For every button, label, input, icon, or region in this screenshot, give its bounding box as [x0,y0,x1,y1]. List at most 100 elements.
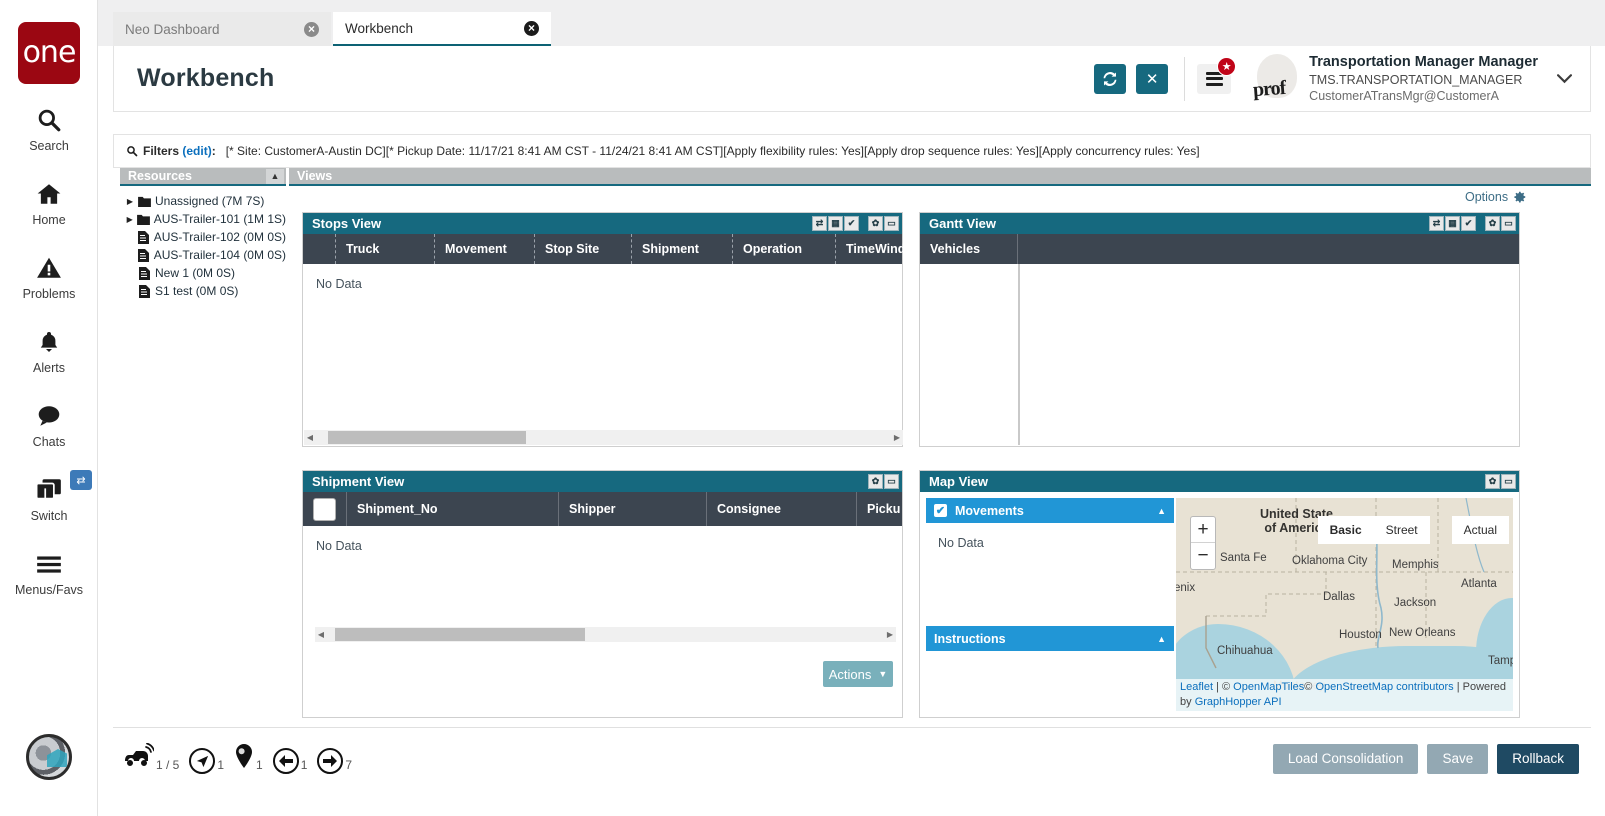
filters-edit-link[interactable]: (edit) [182,144,211,158]
gear-icon[interactable]: ✿ [1485,216,1500,231]
openmaptiles-link[interactable]: OpenMapTiles [1233,681,1304,693]
openstreetmap-link[interactable]: OpenStreetMap contributors [1315,681,1453,693]
shipment-col-shipper[interactable]: Shipper [558,492,706,526]
scroll-thumb[interactable] [335,628,585,641]
stat-deliveries[interactable]: 7 [317,748,352,774]
shipment-col-shipment-no[interactable]: Shipment_No [346,492,558,526]
accordion-movements[interactable]: ✔ Movements ▲ [926,498,1174,523]
sidebar-item-menus-favs[interactable]: Menus/Favs [0,546,98,597]
resources-tree: ▶ Unassigned (7M 7S) ▶ AUS-Trailer-101 (… [120,188,286,718]
gear-icon[interactable]: ✿ [868,216,883,231]
stops-col-movement[interactable]: Movement [434,234,534,264]
sidebar-item-search[interactable]: Search [0,102,98,153]
tree-item[interactable]: AUS-Trailer-104 (0M 0S) [120,246,286,264]
gear-icon[interactable]: ✿ [868,474,883,489]
table-icon[interactable]: ▦ [1445,216,1460,231]
stat-pickups-count: 1 [300,758,308,772]
gear-icon[interactable]: ✿ [1485,474,1500,489]
gantt-splitter[interactable] [1018,264,1020,445]
scroll-left-icon[interactable]: ◀ [315,630,327,639]
tree-item[interactable]: ▶ Unassigned (7M 7S) [120,192,286,210]
stops-col-stop-site[interactable]: Stop Site [534,234,631,264]
stat-trucks[interactable]: 1 / 5 [124,742,179,774]
bell-icon [0,324,98,360]
accordion-instructions[interactable]: Instructions ▲ [926,626,1174,651]
scroll-track[interactable] [327,627,884,642]
app-logo[interactable]: one [18,22,80,84]
check-icon[interactable]: ✔ [1461,216,1476,231]
leaflet-link[interactable]: Leaflet [1180,681,1213,693]
avatar-placeholder-text: prof [1252,76,1287,101]
actions-button[interactable]: Actions ▼ [823,661,893,687]
tab-label-workbench: Workbench [345,20,414,36]
load-consolidation-button[interactable]: Load Consolidation [1272,743,1419,774]
rollback-button[interactable]: Rollback [1497,743,1579,774]
minimize-icon[interactable]: ▭ [1501,216,1516,231]
stops-view-hscroll[interactable]: ◀ ▶ [304,430,903,445]
shipment-view-panel: Shipment View ✿ ▭ Shipment_No Shipper Co… [302,470,903,718]
close-icon[interactable]: × [304,21,319,37]
map-layer-basic[interactable]: Basic [1317,516,1374,544]
minimize-icon[interactable]: ▭ [884,474,899,489]
expand-arrow-icon[interactable]: ▶ [124,197,136,206]
stat-pickups[interactable]: 1 [272,748,308,774]
select-all-checkbox[interactable] [313,497,336,521]
save-button[interactable]: Save [1427,743,1489,774]
scroll-right-icon[interactable]: ▶ [884,630,896,639]
tree-item[interactable]: AUS-Trailer-102 (0M 0S) [120,228,286,246]
stops-col-operation[interactable]: Operation [732,234,835,264]
sidebar-item-alerts[interactable]: Alerts [0,324,98,375]
tab-neo-dashboard[interactable]: Neo Dashboard × [113,12,331,46]
swap-icon[interactable]: ⇄ [1429,216,1444,231]
user-avatar-bottom[interactable] [26,734,72,780]
tree-item[interactable]: S1 test (0M 0S) [120,282,286,300]
gantt-col-vehicles[interactable]: Vehicles [920,234,1017,264]
stops-col-shipment[interactable]: Shipment [631,234,732,264]
chevron-up-icon[interactable]: ▲ [1157,506,1166,516]
swap-icon[interactable]: ⇄ [812,216,827,231]
avatar[interactable]: prof [1245,52,1299,106]
close-page-button[interactable]: ✕ [1136,63,1169,94]
shipment-view-hscroll[interactable]: ◀ ▶ [315,627,896,642]
search-icon [126,145,138,157]
map-layer-street[interactable]: Street [1373,516,1430,544]
table-icon[interactable]: ▦ [828,216,843,231]
scroll-right-icon[interactable]: ▶ [891,433,903,442]
stat-movements-count: 1 [217,758,225,772]
shipment-col-consignee[interactable]: Consignee [706,492,856,526]
graphhopper-link[interactable]: GraphHopper API [1195,696,1282,708]
zoom-in-button[interactable]: + [1191,517,1215,543]
check-icon[interactable]: ✔ [844,216,859,231]
tree-item[interactable]: New 1 (0M 0S) [120,264,286,282]
switch-badge-icon[interactable]: ⇄ [70,470,92,490]
refresh-button[interactable] [1094,63,1127,94]
tab-workbench[interactable]: Workbench × [333,12,551,47]
close-icon[interactable]: × [524,20,539,36]
sidebar-item-problems[interactable]: Problems [0,250,98,301]
sidebar-label-chats: Chats [32,435,66,449]
zoom-out-button[interactable]: − [1191,543,1215,569]
scroll-track[interactable] [316,430,891,445]
notifications-menu-button[interactable]: ★ [1197,56,1239,98]
stops-col-truck[interactable]: Truck [335,234,434,264]
stat-movements[interactable]: 1 [189,748,224,774]
tree-item-label: S1 test (0M 0S) [155,284,239,298]
sidebar-item-home[interactable]: Home [0,176,98,227]
scroll-thumb[interactable] [328,431,526,444]
expand-arrow-icon[interactable]: ▶ [124,215,135,224]
checkbox-icon[interactable]: ✔ [934,504,947,517]
sidebar-item-chats[interactable]: Chats [0,398,98,449]
collapse-icon[interactable]: ▲ [266,168,284,184]
stops-col-timewindow[interactable]: TimeWindow [835,234,923,264]
minimize-icon[interactable]: ▭ [884,216,899,231]
minimize-icon[interactable]: ▭ [1501,474,1516,489]
map-layer-actual[interactable]: Actual [1451,516,1509,544]
tree-item[interactable]: ▶ AUS-Trailer-101 (1M 1S) [120,210,286,228]
views-options-link[interactable]: Options [1465,190,1527,204]
map-canvas[interactable]: + − Basic Street Actual United State of A… [1176,498,1513,711]
stat-stops[interactable]: 1 [234,743,263,774]
shipment-col-pickup[interactable]: Picku [856,492,902,526]
chevron-up-icon[interactable]: ▲ [1157,634,1166,644]
chevron-down-icon[interactable] [1538,46,1590,112]
scroll-left-icon[interactable]: ◀ [304,433,316,442]
